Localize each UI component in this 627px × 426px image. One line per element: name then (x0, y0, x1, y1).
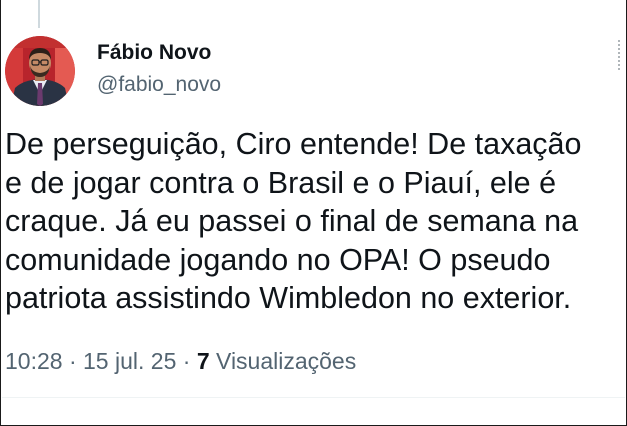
tweet-meta: 10:28 · 15 jul. 25 · 7 Visualizações (5, 347, 356, 375)
thread-connector-line (38, 0, 40, 28)
tweet-text-line: e de jogar contra o Brasil e o Piauí, el… (5, 165, 557, 200)
tweet-text: De perseguição, Ciro entende! De taxação… (5, 125, 627, 318)
views-label: Visualizações (209, 348, 357, 374)
tweet-card: Fábio Novo @fabio_novo De perseguição, C… (0, 0, 627, 426)
author-display-name[interactable]: Fábio Novo (97, 40, 221, 66)
meta-separator: · (68, 348, 84, 374)
tweet-date[interactable]: 15 jul. 25 (83, 348, 176, 374)
profile-photo-icon (5, 36, 75, 106)
avatar[interactable] (5, 36, 75, 106)
tweet-author: Fábio Novo @fabio_novo (97, 40, 221, 98)
tweet-text-line: comunidade jogando no OPA! O pseudo (5, 242, 551, 277)
divider (2, 397, 625, 398)
author-handle[interactable]: @fabio_novo (97, 72, 221, 98)
views-count: 7 (196, 348, 210, 374)
meta-separator: · (182, 348, 197, 374)
tweet-time[interactable]: 10:28 (5, 348, 63, 374)
scrollbar-edge (618, 40, 622, 70)
tweet-text-line: De perseguição, Ciro entende! De taxação (5, 127, 582, 161)
tweet-text-line: craque. Já eu passei o final de semana n… (5, 204, 579, 238)
tweet-text-line: patriota assistindo Wimbledon no exterio… (5, 281, 572, 315)
